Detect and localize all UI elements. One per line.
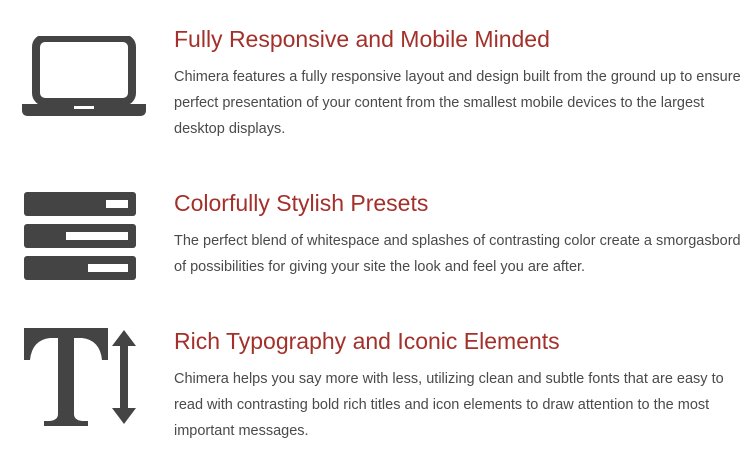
feature-title: Fully Responsive and Mobile Minded <box>174 26 550 52</box>
feature-description: Chimera features a fully responsive layo… <box>174 69 741 137</box>
feature-title: Colorfully Stylish Presets <box>174 190 429 216</box>
feature-description: Chimera helps you say more with less, ut… <box>174 371 724 439</box>
laptop-icon <box>22 36 146 120</box>
feature-description: The perfect blend of whitespace and spla… <box>174 233 741 275</box>
feature-title: Rich Typography and Iconic Elements <box>174 328 560 354</box>
presets-stack-icon <box>22 192 146 282</box>
typography-icon <box>22 326 146 428</box>
